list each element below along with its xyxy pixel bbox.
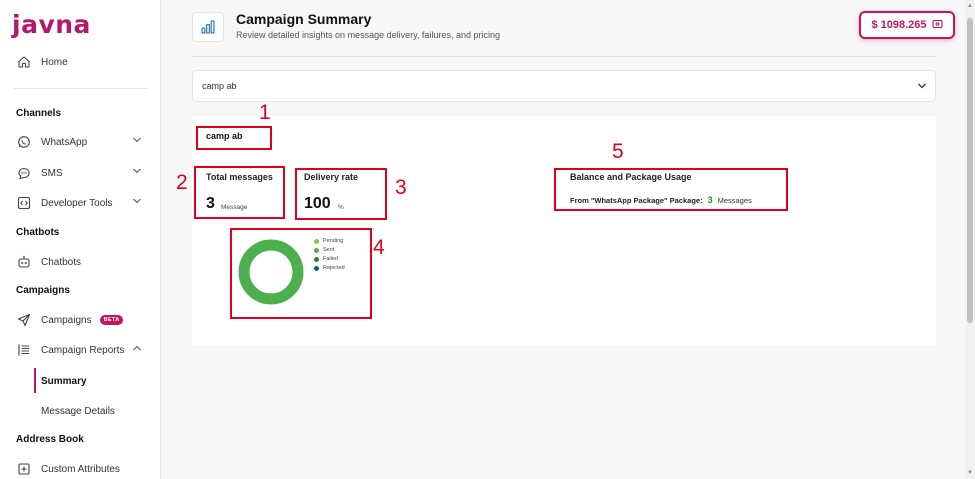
sidebar-item-campaigns[interactable]: Campaigns BETA (16, 309, 146, 331)
campaign-select-value: camp ab (202, 81, 237, 91)
total-messages-unit: Message (221, 204, 248, 211)
legend-sent: Sent (314, 247, 334, 253)
header-divider (192, 56, 936, 57)
attributes-icon (16, 461, 32, 477)
sidebar-item-label: Custom Attributes (41, 463, 120, 475)
delivery-donut-chart (238, 239, 304, 305)
section-address-book: Address Book (16, 434, 84, 445)
sidebar-subitem-summary[interactable]: Summary (41, 376, 87, 387)
delivery-rate-value: 100 (304, 195, 331, 212)
scroll-up-arrow[interactable]: ▲ (967, 3, 973, 9)
sidebar-item-label: Campaigns (41, 314, 92, 326)
legend-pending: Pending (314, 238, 343, 244)
bot-icon (16, 254, 32, 270)
sidebar-item-label: WhatsApp (41, 136, 88, 148)
sidebar: javna Home Channels WhatsApp SMS Develop… (0, 0, 161, 479)
brand-logo[interactable]: javna (12, 10, 91, 39)
wallet-icon (931, 19, 943, 32)
legend-label: Pending (323, 238, 344, 244)
legend-label: Sent (323, 247, 335, 253)
chevron-up-icon[interactable] (132, 344, 142, 355)
home-icon (16, 54, 32, 70)
chevron-down-icon[interactable] (132, 197, 142, 208)
sidebar-item-label: Campaign Reports (41, 344, 125, 356)
sidebar-item-home[interactable]: Home (16, 51, 146, 73)
send-icon (16, 312, 32, 328)
annotation-label: 1 (259, 101, 271, 124)
sidebar-item-label: Home (41, 56, 68, 68)
legend-label: Failed (323, 256, 338, 262)
scroll-thumb[interactable] (967, 18, 973, 323)
delivery-rate-label: Delivery rate (304, 172, 359, 182)
package-unit: Messages (717, 195, 752, 205)
divider (14, 88, 148, 89)
section-chatbots: Chatbots (16, 227, 60, 238)
sidebar-item-developer-tools[interactable]: Developer Tools (16, 192, 146, 214)
chevron-down-icon[interactable] (132, 136, 142, 147)
annotation-label: 3 (395, 176, 407, 199)
campaign-select[interactable]: camp ab (192, 70, 936, 102)
legend-dot (314, 256, 319, 262)
package-label: From "WhatsApp Package" Package: (570, 195, 703, 205)
whatsapp-icon (16, 134, 32, 150)
legend-rejected: Rejected (314, 265, 345, 271)
balance-usage-line: From "WhatsApp Package" Package: 3 Messa… (570, 195, 752, 205)
legend-label: Rejected (323, 265, 345, 271)
page-scrollbar[interactable]: ▲ ▼ (965, 0, 975, 479)
legend-dot (314, 247, 319, 253)
legend-dot (314, 238, 319, 244)
chevron-down-icon[interactable] (917, 82, 927, 92)
campaign-name: camp ab (206, 131, 243, 141)
section-channels: Channels (16, 108, 62, 119)
sidebar-item-campaign-reports[interactable]: Campaign Reports (16, 339, 146, 361)
chevron-down-icon[interactable] (132, 167, 142, 178)
scroll-down-arrow[interactable]: ▼ (967, 470, 973, 476)
report-icon (16, 342, 32, 358)
package-count: 3 (707, 195, 713, 205)
sidebar-item-whatsapp[interactable]: WhatsApp (16, 131, 146, 153)
page-subtitle: Review detailed insights on message deli… (236, 30, 500, 40)
sidebar-item-label: SMS (41, 167, 63, 179)
sidebar-item-chatbots[interactable]: Chatbots (16, 251, 146, 273)
annotation-label: 5 (612, 140, 624, 163)
page-title: Campaign Summary (236, 11, 372, 27)
legend-failed: Failed (314, 256, 338, 262)
sidebar-item-label: Developer Tools (41, 197, 113, 209)
total-messages-label: Total messages (206, 172, 273, 182)
sidebar-item-label: Chatbots (41, 256, 82, 268)
sidebar-item-custom-attributes[interactable]: Custom Attributes (16, 458, 146, 479)
section-campaigns: Campaigns (16, 285, 70, 296)
total-messages-value: 3 (206, 195, 215, 212)
active-indicator (34, 368, 36, 393)
balance-button[interactable]: $ 1098.265 (859, 11, 955, 39)
donut-ring (238, 239, 304, 305)
legend-dot (314, 265, 319, 271)
annotation-label: 4 (373, 236, 385, 259)
balance-value: $ 1098.265 (871, 19, 927, 31)
delivery-rate-unit: % (338, 204, 344, 211)
balance-usage-title: Balance and Package Usage (570, 172, 692, 182)
code-icon (16, 195, 32, 211)
chart-icon (192, 12, 224, 42)
sidebar-subitem-message-details[interactable]: Message Details (41, 406, 115, 417)
sms-icon (16, 165, 32, 181)
beta-badge: BETA (99, 315, 124, 325)
sidebar-item-sms[interactable]: SMS (16, 162, 146, 184)
annotation-label: 2 (176, 171, 188, 194)
